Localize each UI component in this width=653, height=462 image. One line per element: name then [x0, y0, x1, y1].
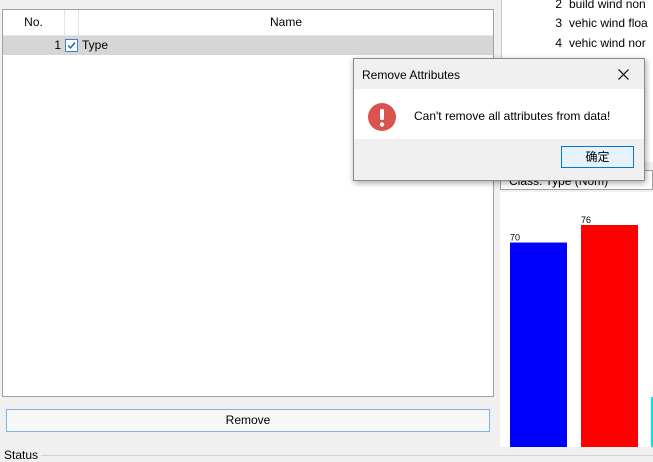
remove-button[interactable]: Remove [6, 409, 490, 432]
instance-number: 4 [555, 36, 562, 50]
row-checkbox[interactable] [65, 39, 78, 52]
instance-text: vehic wind floa [569, 16, 648, 30]
list-item[interactable]: 2 build wind non [502, 0, 646, 14]
bar-value-label: 70 [510, 233, 520, 243]
error-icon [368, 103, 396, 131]
row-number: 1 [54, 38, 61, 52]
column-header-select[interactable] [65, 10, 79, 35]
table-header: No. Name [3, 10, 493, 36]
close-button[interactable] [612, 65, 634, 85]
column-header-no[interactable]: No. [3, 10, 65, 35]
instance-text: vehic wind nor [569, 36, 646, 50]
list-item[interactable]: 3 vehic wind floa [502, 13, 648, 33]
histogram-bar [510, 242, 567, 447]
dialog-body: Can't remove all attributes from data! [354, 89, 644, 139]
ok-button[interactable]: 确定 [561, 146, 634, 168]
row-attribute-name: Type [82, 38, 109, 52]
class-histogram: 70 76 [500, 192, 653, 447]
status-label: Status [4, 448, 42, 462]
column-header-name[interactable]: Name [79, 10, 493, 35]
remove-attributes-dialog: Remove Attributes Can't remove all attri… [353, 58, 645, 181]
dialog-message: Can't remove all attributes from data! [414, 109, 611, 123]
list-item[interactable]: 4 vehic wind nor [502, 33, 646, 53]
instance-number: 2 [555, 0, 562, 11]
dialog-title: Remove Attributes [362, 68, 461, 82]
histogram-chart: 70 76 [510, 215, 653, 447]
histogram-bar [581, 225, 638, 447]
instance-number: 3 [555, 16, 562, 30]
instance-text: build wind non [569, 0, 646, 11]
bar-value-label: 76 [581, 215, 591, 225]
status-divider [40, 455, 653, 456]
checkmark-icon [67, 42, 76, 50]
table-row[interactable]: 1 Type [3, 36, 493, 55]
close-icon [617, 69, 629, 80]
